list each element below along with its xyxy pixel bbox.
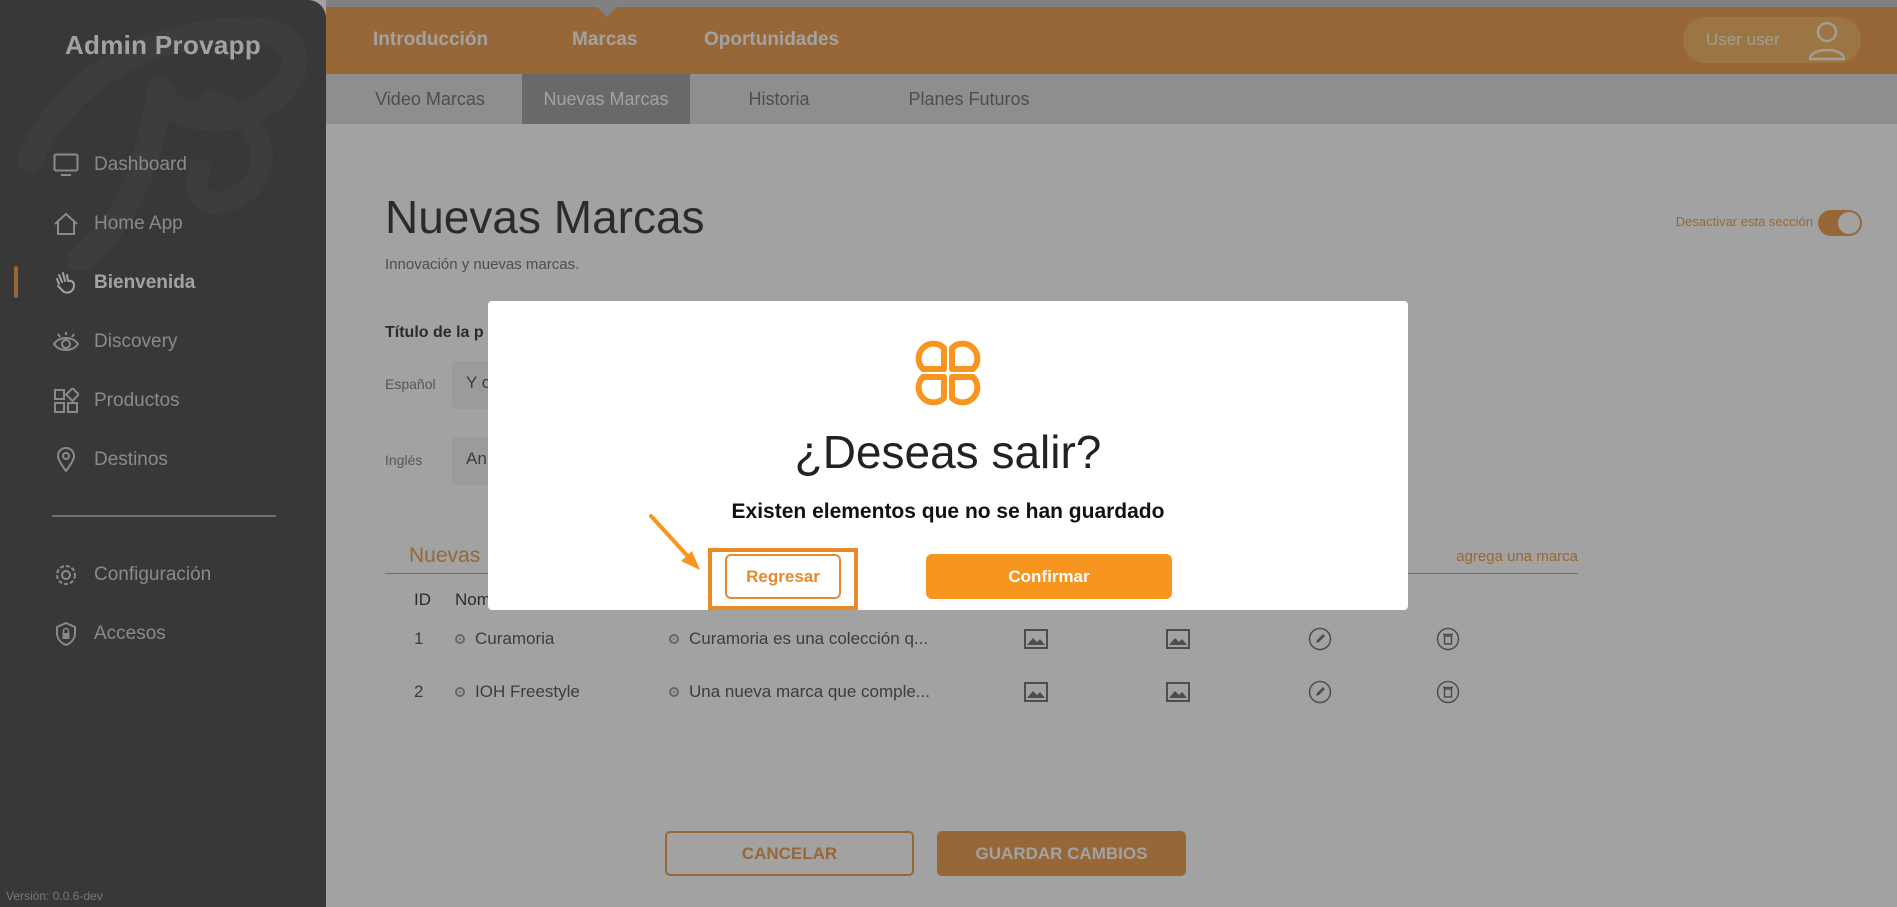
dialog-title: ¿Deseas salir? bbox=[794, 426, 1102, 478]
dialog-message: Existen elementos que no se han guardado bbox=[731, 500, 1165, 523]
exit-confirm-dialog: ¿Deseas salir? Existen elementos que no … bbox=[488, 301, 1408, 610]
back-button[interactable]: Regresar bbox=[725, 554, 841, 599]
clover-logo-icon bbox=[915, 340, 981, 406]
annotation-arrow-icon bbox=[649, 514, 700, 570]
confirm-button[interactable]: Confirmar bbox=[926, 554, 1172, 599]
